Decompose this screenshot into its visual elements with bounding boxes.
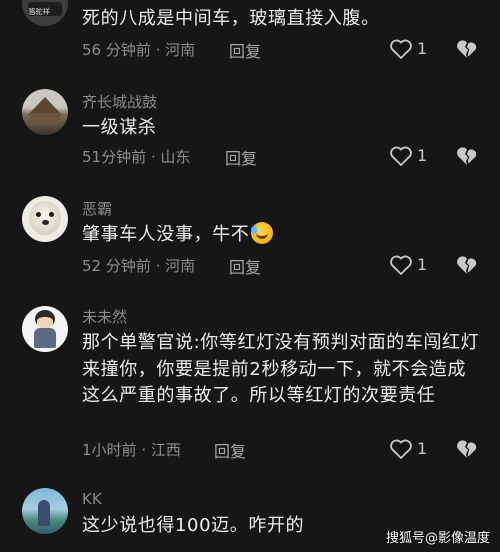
comment-meta: 52 分钟前 · 河南 [82,255,195,276]
reply-button[interactable]: 回复 [225,145,257,169]
heart-outline-icon[interactable] [389,38,413,60]
watermark: 搜狐号@影像温度 [385,531,490,546]
username[interactable]: 齐长城战鼓 [82,91,157,112]
comment-location: 山东 [160,148,191,166]
comment-meta: 56 分钟前 · 河南 [82,39,195,60]
broken-heart-icon[interactable] [455,438,479,460]
meta-separator: · [146,148,161,166]
comment-time: 51分钟前 [82,148,147,166]
comment-location: 江西 [150,441,181,459]
comment-text: 那个单警官说:你等红灯没有预判对面的车闯红灯来撞你，你要是提前2秒移动一下，就不… [82,332,480,406]
avatar[interactable] [22,488,68,534]
reply-button[interactable]: 回复 [214,438,246,462]
broken-heart-icon[interactable] [455,38,479,60]
comment-text: 死的八成是中间车，玻璃直接入腹。 [82,8,380,29]
username[interactable]: 恶霸 [82,198,112,219]
like-count: 1 [417,146,428,165]
comment-text: 肇事车人没事，牛不 [82,222,482,249]
comment-text: 一级谋杀 [82,117,157,138]
reply-button[interactable]: 回复 [229,38,261,62]
heart-outline-icon[interactable] [389,254,413,276]
username[interactable]: 未未然 [82,306,127,327]
heart-outline-icon[interactable] [389,438,413,460]
avatar[interactable] [22,89,68,135]
comment-meta: 51分钟前 · 山东 [82,146,190,167]
like-count: 1 [417,39,428,58]
comment-time: 52 分钟前 [82,257,151,275]
like-count: 1 [417,255,428,274]
comment-meta: 1小时前 · 江西 [82,439,181,460]
comment-text-content: 肇事车人没事，牛不 [82,224,250,245]
comment-time: 1小时前 [82,441,137,459]
meta-separator: · [136,441,151,459]
comment-location: 河南 [165,41,196,59]
comment-location: 河南 [165,257,196,275]
username[interactable]: KK [82,490,102,508]
broken-heart-icon[interactable] [455,254,479,276]
like-count: 1 [417,439,428,458]
meta-separator: · [150,257,166,275]
avatar[interactable]: 骆驼祥 [22,0,68,26]
avatar[interactable] [22,306,68,352]
rofl-emoji-icon [251,222,274,244]
avatar[interactable] [22,196,68,242]
meta-separator: · [150,41,166,59]
reply-button[interactable]: 回复 [229,254,261,278]
heart-outline-icon[interactable] [389,145,413,167]
broken-heart-icon[interactable] [455,145,479,167]
comment-time: 56 分钟前 [82,41,151,59]
avatar-label: 骆驼祥 [28,7,50,16]
